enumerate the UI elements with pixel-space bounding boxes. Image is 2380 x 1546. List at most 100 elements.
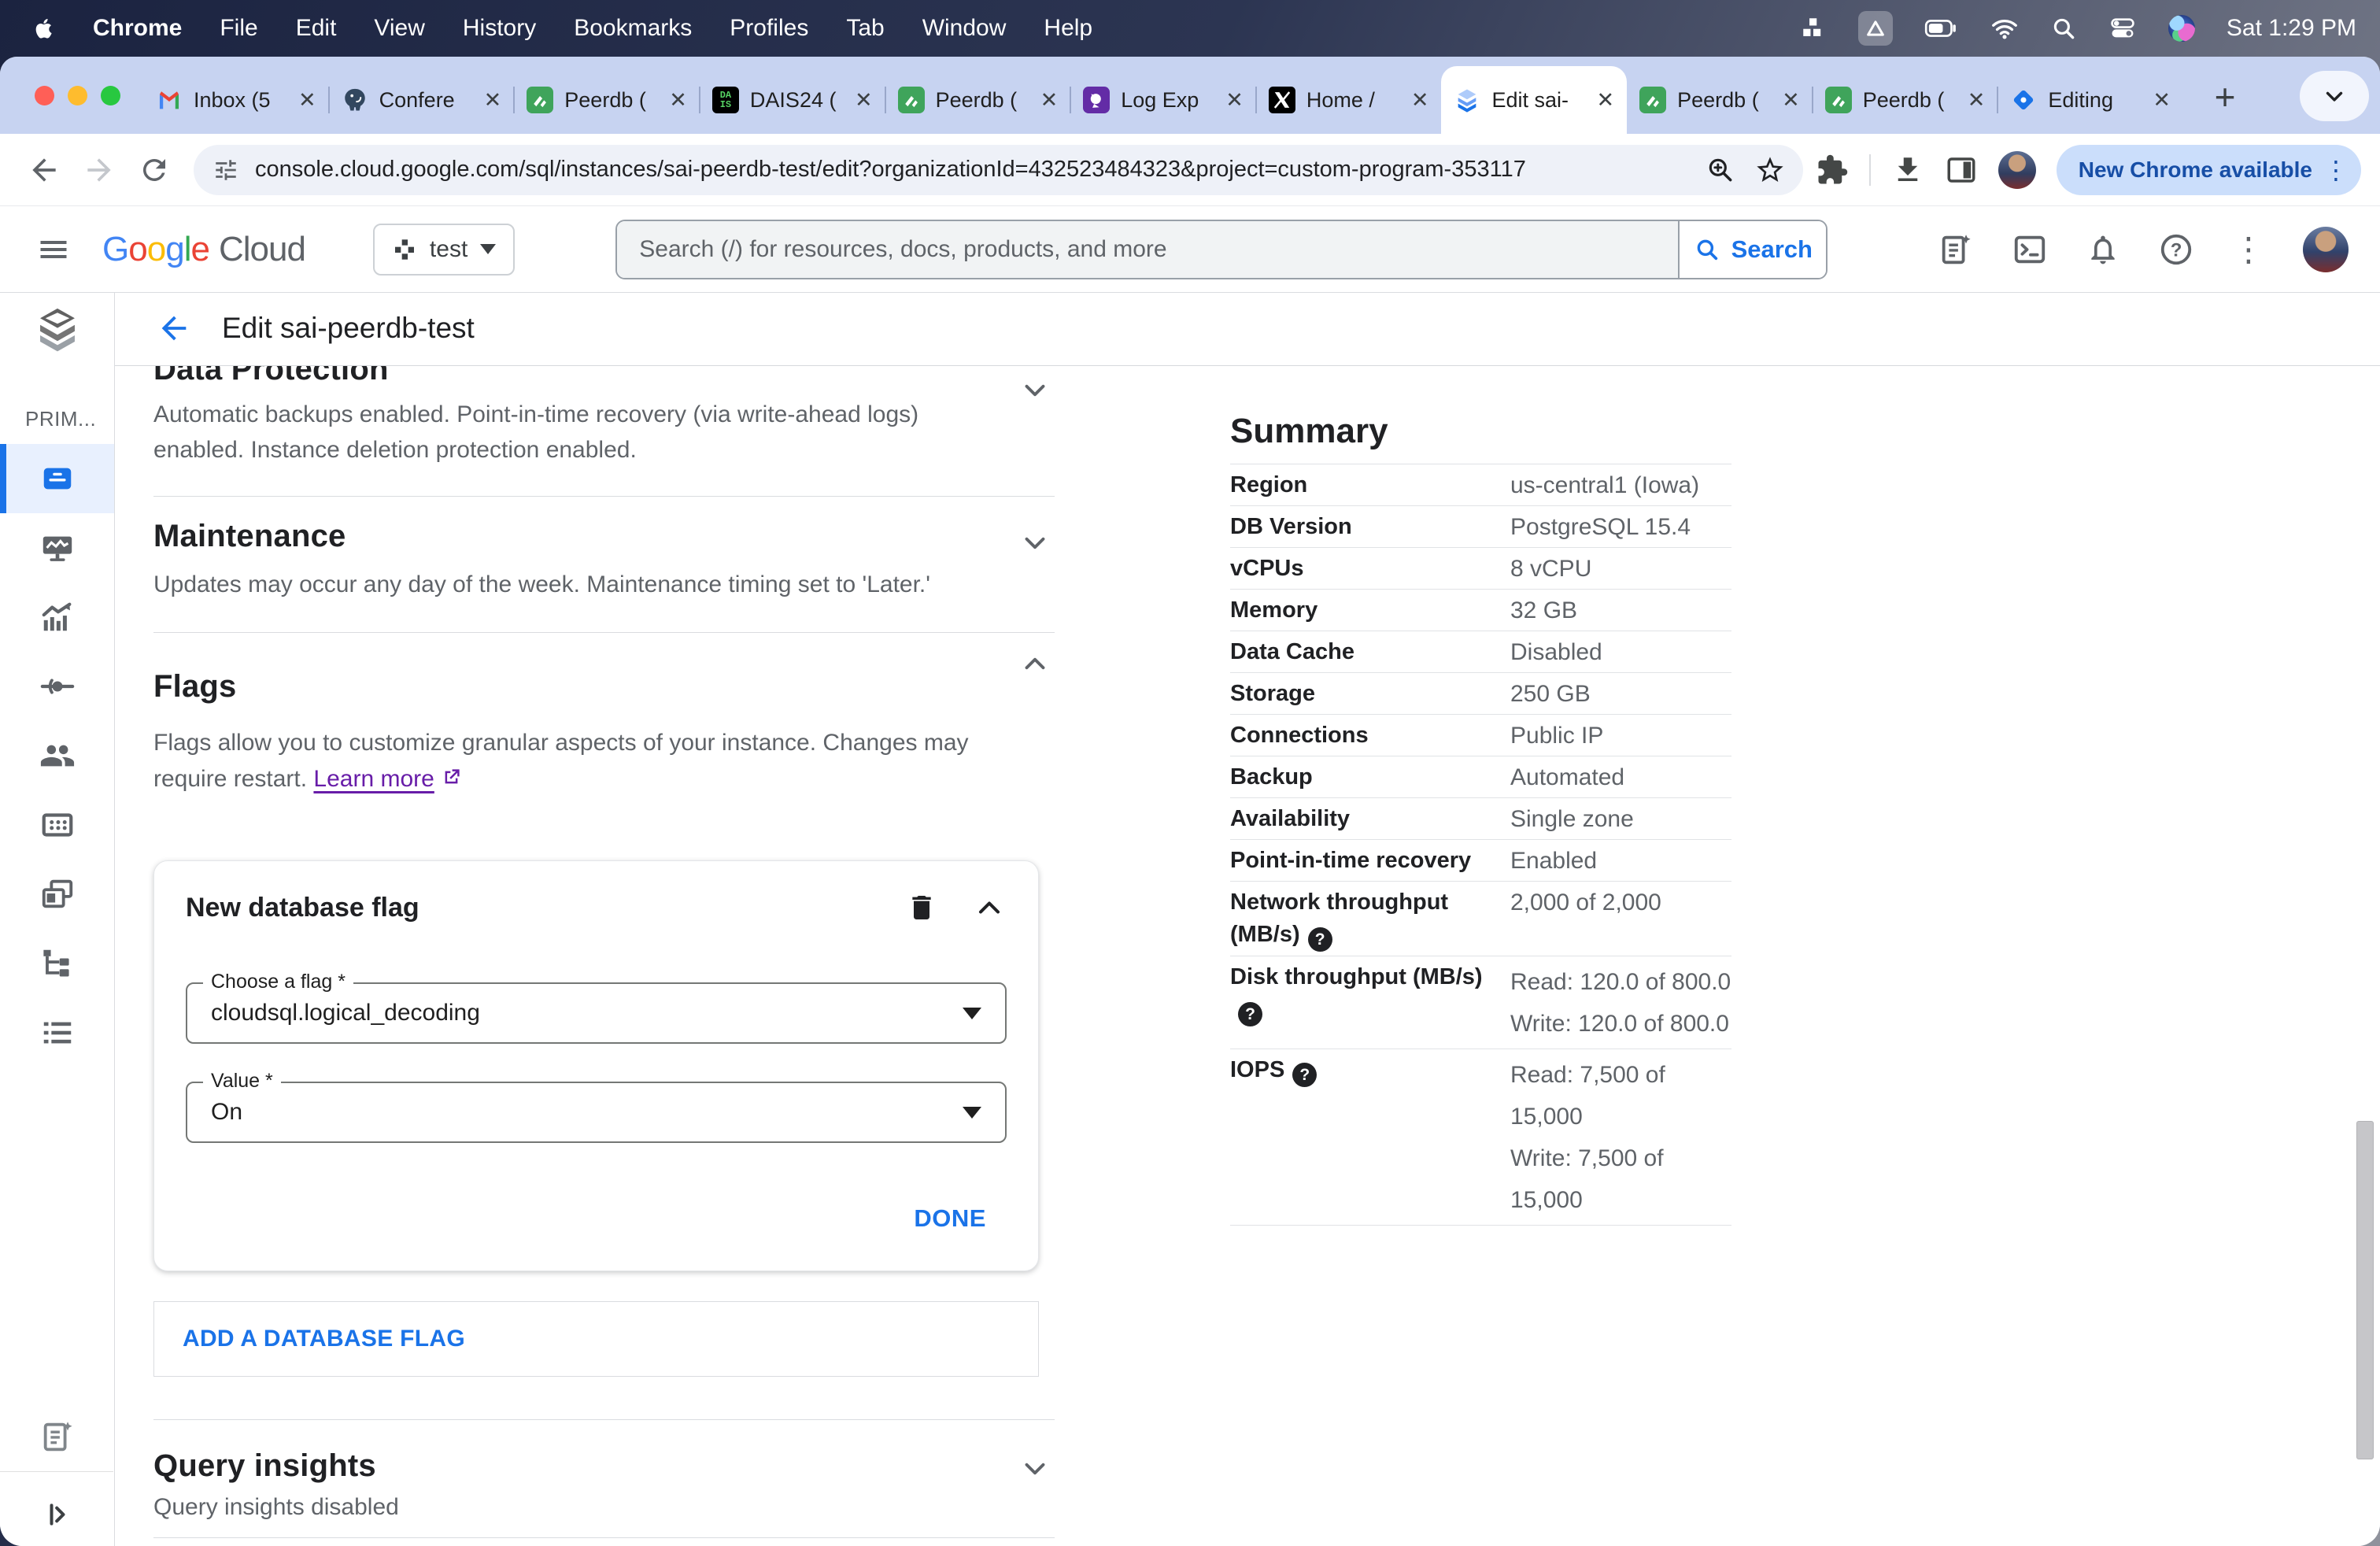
choose-flag-select[interactable]: Choose a flag * cloudsql.logical_decodin… [186,971,1007,1044]
close-tab-icon[interactable]: ✕ [855,88,873,113]
menu-file[interactable]: File [201,15,276,42]
url-text[interactable]: console.cloud.google.com/sql/instances/s… [255,157,1687,183]
forward-icon[interactable] [79,150,120,190]
apple-menu-icon[interactable] [28,16,74,41]
notifications-icon[interactable] [2086,232,2120,267]
tab-inbox[interactable]: Inbox (5 ✕ [143,66,329,134]
more-options-icon[interactable]: ⋮ [2232,230,2265,268]
search-icon[interactable] [2050,15,2077,42]
menu-help[interactable]: Help [1025,15,1111,42]
tab-peerdb-1[interactable]: Peerdb ( ✕ [513,66,700,134]
maintenance-expand-icon[interactable] [1018,527,1051,560]
cloud-search-button[interactable]: Search [1678,220,1827,278]
data-protection-expand-icon[interactable] [1018,374,1051,407]
wifi-icon[interactable] [1990,17,2019,40]
menu-bookmarks[interactable]: Bookmarks [555,15,711,42]
tab-edit-sai-peerdb-test-active[interactable]: Edit sai- ✕ [1441,66,1628,134]
tab-dais24[interactable]: DA IS DAIS24 ( ✕ [698,66,885,134]
help-icon[interactable]: ? [2158,231,2194,268]
control-center-icon[interactable] [2108,15,2137,42]
close-tab-icon[interactable]: ✕ [1782,88,1800,113]
close-tab-icon[interactable]: ✕ [1597,88,1615,113]
tab-conference[interactable]: Confere ✕ [327,66,515,134]
sidebar-item-databases[interactable] [0,790,114,860]
sidebar-item-overview[interactable] [0,444,114,513]
close-tab-icon[interactable]: ✕ [298,88,316,113]
sidebar-item-operations[interactable] [0,998,114,1067]
side-panel-icon[interactable] [1945,153,1978,187]
browser-menu-icon[interactable]: ⋮ [2323,155,2349,185]
siri-icon[interactable] [2168,15,2195,42]
navigation-menu-icon[interactable] [36,232,71,267]
sidebar-item-system-insights[interactable] [0,513,114,583]
flag-value-select[interactable]: Value * On [186,1070,1007,1143]
cloud-shell-icon[interactable] [2012,231,2048,268]
help-icon[interactable]: ? [1307,927,1332,952]
menu-profiles[interactable]: Profiles [711,15,827,42]
tab-log-explorer[interactable]: Log Exp ✕ [1070,66,1256,134]
close-tab-icon[interactable]: ✕ [669,88,687,113]
project-picker[interactable]: test [372,223,516,276]
close-tab-icon[interactable]: ✕ [1968,88,1986,113]
query-insights-expand-icon[interactable] [1018,1452,1051,1485]
tab-editing[interactable]: Editing ✕ [1997,66,2183,134]
help-icon[interactable]: ? [1238,1002,1262,1026]
close-tab-icon[interactable]: ✕ [484,88,502,113]
add-database-flag-button[interactable]: ADD A DATABASE FLAG [153,1301,1039,1377]
tab-search-button[interactable] [2300,71,2369,121]
menu-history[interactable]: History [444,15,555,42]
update-chrome-button[interactable]: New Chrome available ⋮ [2056,144,2361,195]
collapse-sidebar-icon[interactable] [0,1499,114,1530]
tab-peerdb-4[interactable]: Peerdb ( ✕ [1811,66,1998,134]
back-icon[interactable] [24,150,65,190]
tab-peerdb-2[interactable]: Peerdb ( ✕ [884,66,1071,134]
back-arrow-icon[interactable] [156,310,192,346]
site-settings-icon[interactable] [213,157,239,183]
close-tab-icon[interactable]: ✕ [1040,88,1059,113]
menu-tab[interactable]: Tab [827,15,903,42]
sidebar-item-users[interactable] [0,721,114,790]
tab-peerdb-3[interactable]: Peerdb ( ✕ [1627,66,1813,134]
delete-flag-icon[interactable] [906,892,937,923]
menu-chrome[interactable]: Chrome [74,15,201,42]
minimize-window-button[interactable] [68,86,87,105]
google-cloud-logo[interactable]: Google Cloud [102,230,306,269]
cloud-search-input[interactable]: Search (/) for resources, docs, products… [617,220,1679,278]
done-button[interactable]: DONE [914,1204,986,1233]
blocks-icon[interactable] [1800,15,1827,42]
close-tab-icon[interactable]: ✕ [1411,88,1429,113]
sidebar-item-replicas[interactable] [0,929,114,998]
downloads-icon[interactable] [1891,153,1924,187]
tab-label: Peerdb ( [1862,87,1945,112]
extensions-icon[interactable] [1816,153,1849,187]
menu-window[interactable]: Window [904,15,1026,42]
tab-label: Home / [1306,87,1375,112]
release-notes-icon[interactable] [1938,231,1974,268]
sidebar-section-label: PRIM... [25,407,97,431]
close-tab-icon[interactable]: ✕ [1225,88,1244,113]
battery-icon[interactable] [1924,17,1959,40]
help-icon[interactable]: ? [1292,1063,1318,1087]
menu-edit[interactable]: Edit [277,15,356,42]
close-tab-icon[interactable]: ✕ [2153,88,2171,113]
menu-view[interactable]: View [355,15,443,42]
app-icon[interactable] [1857,11,1893,46]
zoom-icon[interactable] [1706,155,1735,185]
learn-more-link[interactable]: Learn more [313,766,461,792]
release-notes-icon[interactable] [0,1418,114,1455]
address-bar[interactable]: console.cloud.google.com/sql/instances/s… [194,144,1803,195]
zoom-window-button[interactable] [101,86,120,105]
sidebar-item-backups[interactable] [0,860,114,929]
sidebar-item-connections[interactable] [0,652,114,721]
collapse-flag-icon[interactable] [972,890,1007,925]
sidebar-item-query-insights[interactable] [0,583,114,652]
scrollbar[interactable] [2356,1121,2374,1459]
tab-x-home[interactable]: Home / ✕ [1255,66,1442,134]
close-window-button[interactable] [35,86,54,105]
avatar[interactable] [1998,150,2036,189]
bookmark-star-icon[interactable] [1754,154,1786,186]
account-avatar[interactable] [2303,226,2349,272]
flags-collapse-icon[interactable] [1018,647,1051,680]
reload-icon[interactable] [134,150,175,190]
new-tab-button[interactable]: + [2202,74,2248,120]
